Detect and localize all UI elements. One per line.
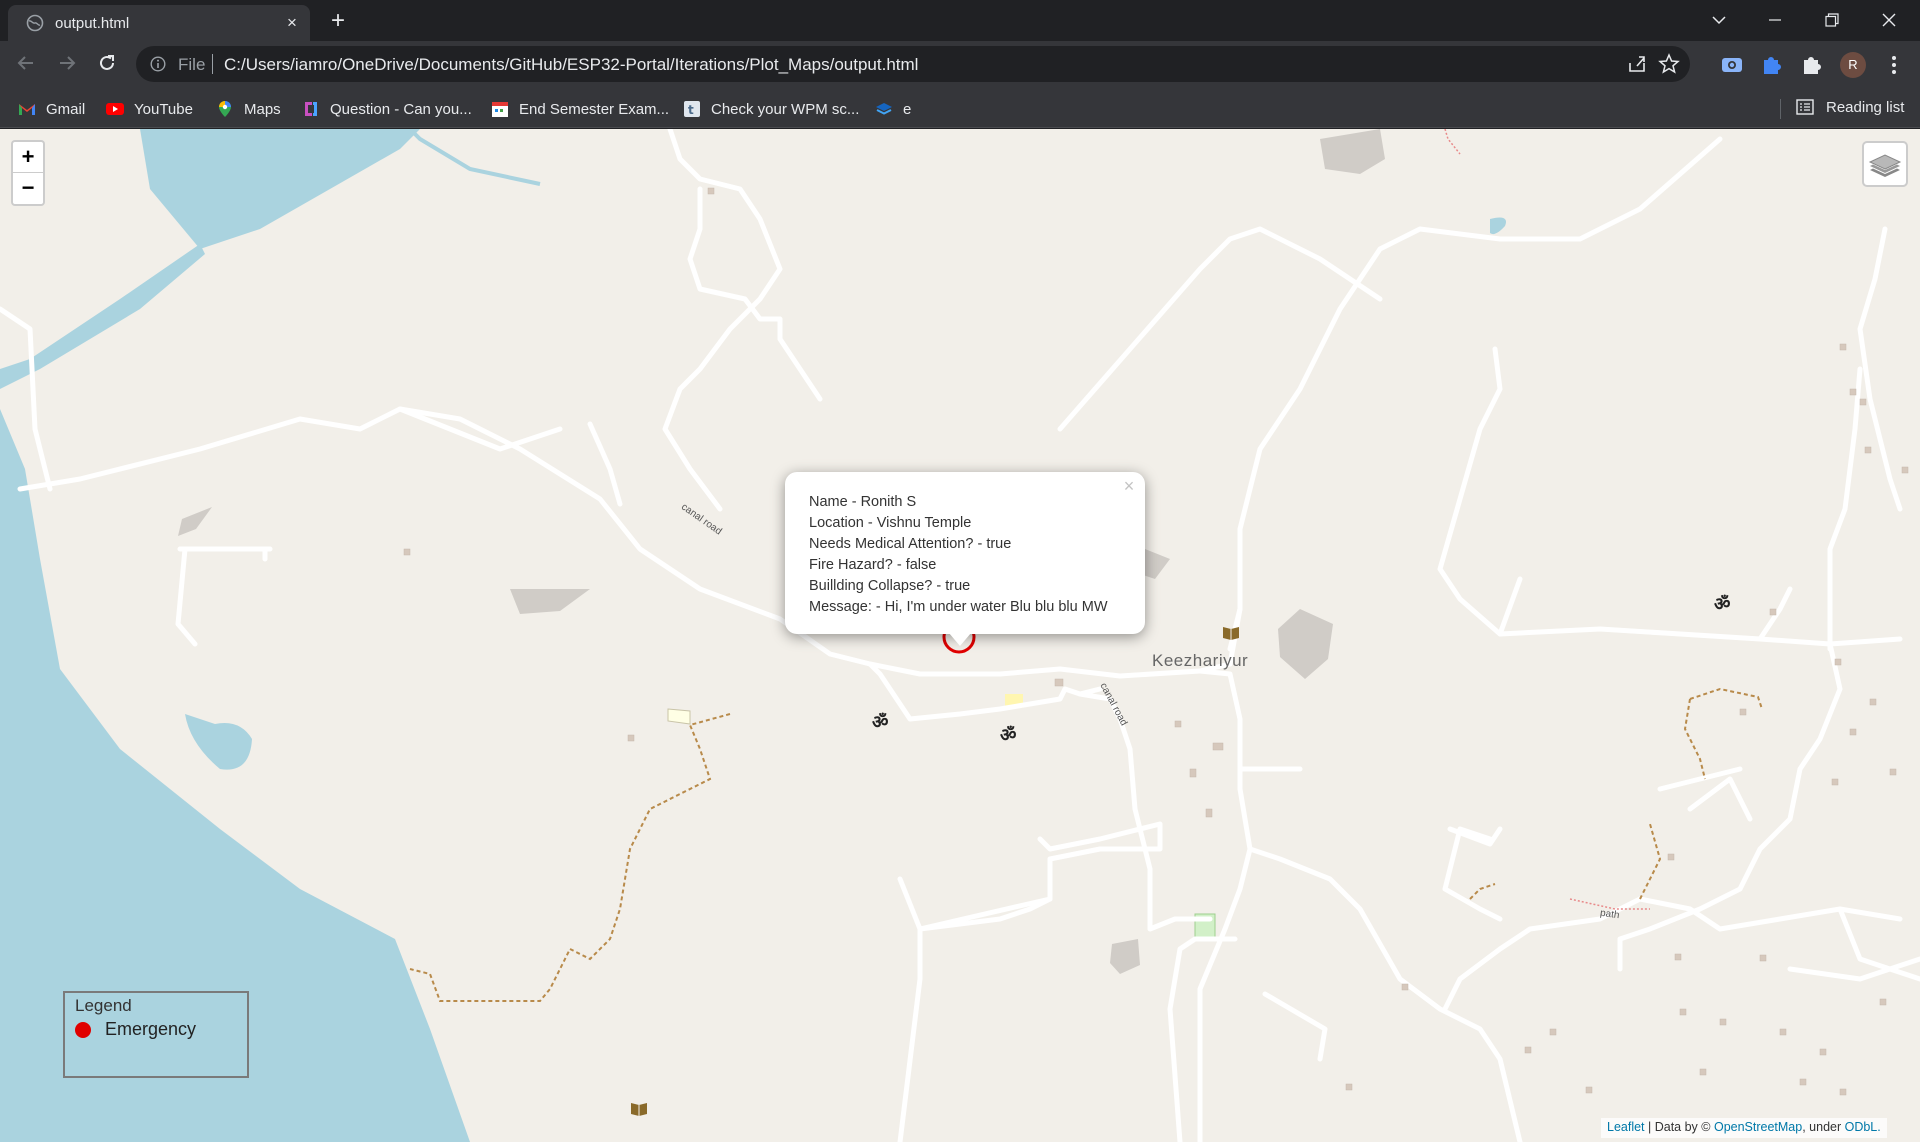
bookmark-label: Question - Can you... <box>330 100 472 118</box>
popup-message: Message: - Hi, I'm under water Blu blu b… <box>809 599 1108 615</box>
reload-icon <box>100 55 114 70</box>
url-text[interactable]: C:/Users/iamro/OneDrive/Documents/GitHub… <box>224 55 918 75</box>
bookmark-label: e <box>903 100 912 118</box>
leaflet-map[interactable]: ॐ ॐ ॐ Keezhariyur canal road canal road … <box>0 129 1920 1142</box>
zoom-control: + − <box>11 140 45 206</box>
attribution-sep: | Data by © <box>1644 1120 1714 1134</box>
url-separator <box>212 54 213 74</box>
tab-bar: output.html × + <box>0 0 1920 41</box>
layers-icon <box>1868 154 1902 177</box>
legend-item-emergency: Emergency <box>75 1019 237 1040</box>
marker-popup: × Name - Ronith S Location - Vishnu Temp… <box>785 472 1145 634</box>
question-icon <box>305 102 317 116</box>
star-icon[interactable] <box>1658 53 1680 75</box>
arrow-left-icon <box>17 56 33 70</box>
reading-list-label: Reading list <box>1826 98 1905 116</box>
legend-item-label: Emergency <box>105 1019 197 1039</box>
pond <box>185 714 252 770</box>
globe-icon <box>26 14 44 32</box>
stream <box>408 129 541 186</box>
extension-blue-icon[interactable] <box>1758 51 1786 79</box>
url-scheme: File <box>178 55 206 74</box>
bookmark-question[interactable]: Question - Can you... <box>302 98 472 120</box>
arrow-right-icon <box>60 56 76 70</box>
typing-icon: t <box>684 101 700 117</box>
popup-close-button[interactable]: × <box>1119 476 1139 496</box>
share-icon[interactable] <box>1626 53 1648 75</box>
bookmark-exam[interactable]: End Semester Exam... <box>491 98 669 120</box>
map-attribution: Leaflet | Data by © OpenStreetMap, under… <box>1601 1118 1887 1138</box>
back-button[interactable] <box>10 49 42 81</box>
bookmark-youtube[interactable]: YouTube <box>106 98 193 120</box>
bookmark-wpm[interactable]: t Check your WPM sc... <box>683 98 859 120</box>
tab-title: output.html <box>55 15 130 32</box>
popup-medical: Needs Medical Attention? - true <box>809 536 1012 552</box>
bookmarks-separator <box>1780 99 1781 119</box>
new-tab-button[interactable]: + <box>324 8 352 36</box>
window-close-button[interactable] <box>1866 5 1912 35</box>
restore-button[interactable] <box>1809 5 1855 35</box>
zoom-out-button[interactable]: − <box>13 173 43 204</box>
calendar-icon <box>492 102 508 117</box>
bookmark-label: Check your WPM sc... <box>711 100 860 118</box>
bookmarks-bar: Gmail YouTube Maps Question - Can you...… <box>0 89 1920 128</box>
svg-text:t: t <box>688 103 694 117</box>
maps-icon <box>219 101 231 117</box>
reading-list-icon <box>1796 99 1814 115</box>
profile-avatar[interactable]: R <box>1840 52 1866 78</box>
library-icon <box>1223 627 1239 640</box>
reload-button[interactable] <box>91 49 123 81</box>
bookmark-label: Maps <box>244 100 281 118</box>
place-label-keezhariyur: Keezhariyur <box>1152 651 1249 670</box>
youtube-icon <box>106 103 124 115</box>
forward-button[interactable] <box>51 49 83 81</box>
bookmark-label: YouTube <box>134 100 193 118</box>
library-icon <box>631 1103 647 1116</box>
bookmark-e[interactable]: e <box>875 98 911 120</box>
zoom-in-button[interactable]: + <box>13 142 43 173</box>
leaflet-link[interactable]: Leaflet <box>1607 1120 1645 1134</box>
attribution-under: , under <box>1802 1120 1845 1134</box>
temple-icon: ॐ <box>1714 594 1731 614</box>
popup-location: Location - Vishnu Temple <box>809 515 972 531</box>
gmail-icon <box>19 104 35 115</box>
river-north <box>140 129 420 249</box>
minimize-button[interactable] <box>1752 5 1798 35</box>
screenshot-extension-icon[interactable] <box>1718 51 1746 79</box>
tab-close-button[interactable]: × <box>282 13 302 33</box>
bookmark-gmail[interactable]: Gmail <box>18 98 85 120</box>
popup-fire: Fire Hazard? - false <box>809 557 937 573</box>
legend-title: Legend <box>75 996 132 1015</box>
info-icon[interactable] <box>150 56 166 72</box>
bookmark-label: Gmail <box>46 100 86 118</box>
popup-collapse: Buillding Collapse? - true <box>809 578 971 594</box>
chevron-down-icon[interactable] <box>1696 5 1742 35</box>
odbl-link[interactable]: ODbL. <box>1845 1120 1881 1134</box>
puzzle-icon[interactable] <box>1798 51 1826 79</box>
bookmark-maps[interactable]: Maps <box>216 98 281 120</box>
popup-tip <box>949 633 971 646</box>
temple-icon: ॐ <box>1000 725 1017 745</box>
small-pond <box>1490 217 1506 235</box>
stack-icon <box>876 103 892 115</box>
bookmark-label: End Semester Exam... <box>519 100 670 118</box>
popup-name: Name - Ronith S <box>809 494 917 510</box>
address-bar[interactable]: File C:/Users/iamro/OneDrive/Documents/G… <box>136 46 1690 82</box>
osm-link[interactable]: OpenStreetMap <box>1714 1120 1802 1134</box>
emergency-dot-icon <box>75 1021 91 1038</box>
toolbar: File C:/Users/iamro/OneDrive/Documents/G… <box>0 41 1920 89</box>
layers-control[interactable] <box>1862 141 1908 187</box>
kebab-menu-icon[interactable] <box>1880 51 1908 79</box>
tab-output[interactable]: output.html × <box>8 5 310 41</box>
temple-icon: ॐ <box>872 712 889 732</box>
reading-list-button[interactable]: Reading list <box>1796 98 1904 116</box>
legend: Legend Emergency <box>63 991 249 1078</box>
footpaths <box>409 687 1763 1002</box>
